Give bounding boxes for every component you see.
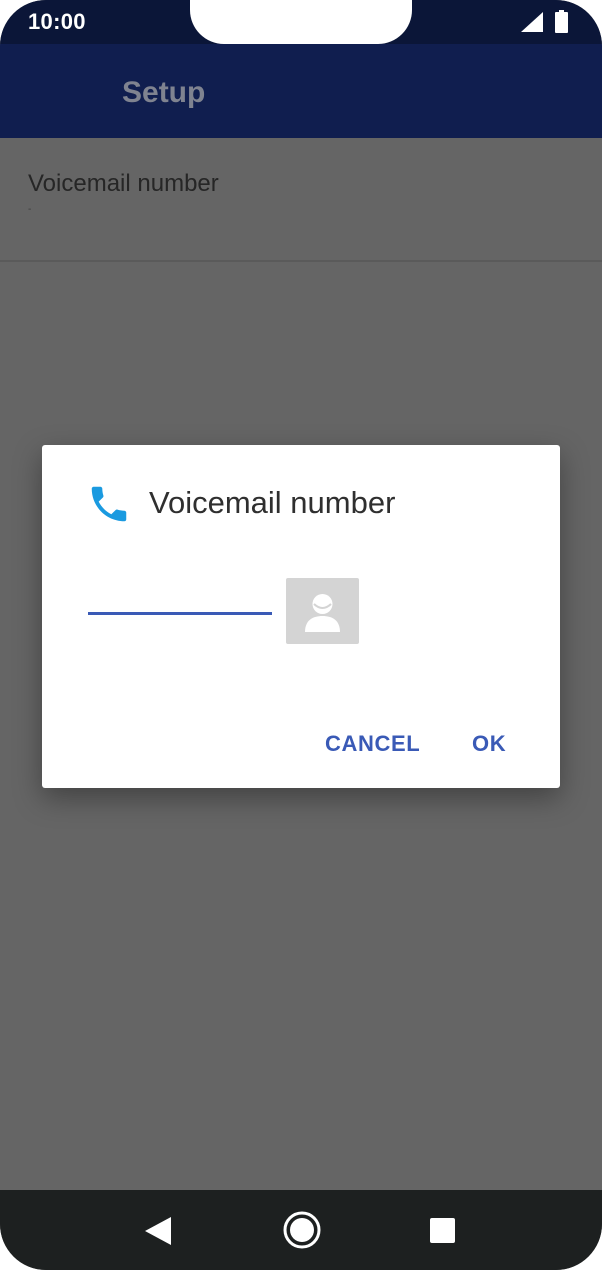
cancel-button[interactable]: CANCEL [325,731,420,757]
pick-contact-button[interactable] [286,578,359,644]
display-notch [190,0,412,44]
signal-icon [521,12,543,32]
navigation-bar [0,1190,602,1270]
battery-icon [555,10,568,33]
home-icon[interactable] [283,1211,321,1249]
status-time: 10:00 [28,9,86,34]
recents-icon[interactable] [430,1218,455,1243]
phone-screen: 10:00 Setup Voicemail number - Voicemail… [0,0,602,1270]
app-bar: Setup [0,44,602,138]
dialog-title: Voicemail number [149,485,396,520]
contact-person-icon [305,594,340,632]
preference-voicemail-number[interactable]: Voicemail number - [0,138,602,262]
back-icon[interactable] [145,1217,171,1245]
preference-title: Voicemail number [28,170,219,197]
phone-icon [91,486,127,522]
page-title: Setup [122,76,206,109]
ok-button[interactable]: OK [472,731,506,757]
preference-summary: - [28,204,32,215]
voicemail-number-input[interactable] [88,575,272,615]
status-bar: 10:00 [0,0,602,44]
voicemail-number-dialog: Voicemail number CANCEL OK [42,445,560,788]
